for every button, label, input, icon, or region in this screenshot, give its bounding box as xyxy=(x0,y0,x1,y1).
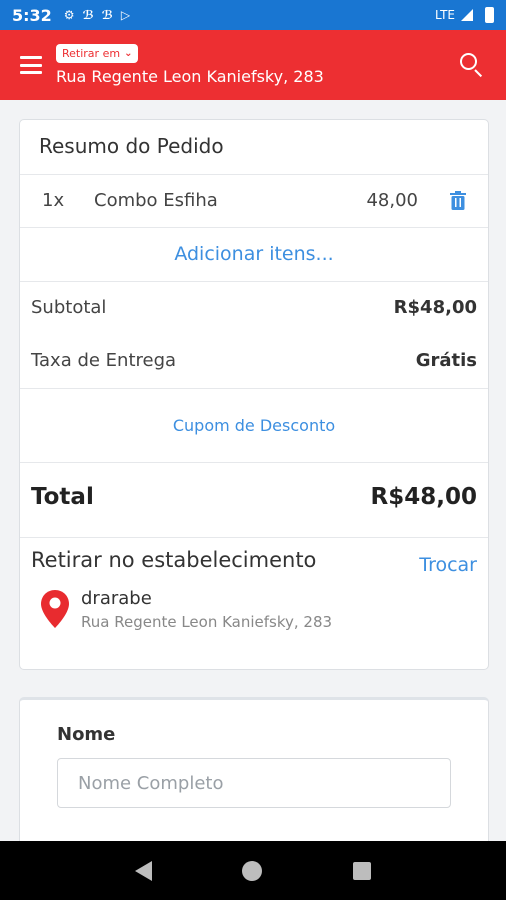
bb-icon: ℬ xyxy=(101,8,113,22)
delivery-fee-row: Taxa de Entrega Grátis xyxy=(31,350,477,371)
status-time: 5:32 xyxy=(12,5,52,25)
name-label: Nome xyxy=(57,724,116,745)
status-right: LTE xyxy=(435,7,494,23)
order-item-row: 1x Combo Esfiha 48,00 xyxy=(20,174,488,227)
coupon-link[interactable]: Cupom de Desconto xyxy=(20,388,488,462)
add-items-link[interactable]: Adicionar itens... xyxy=(20,227,488,281)
search-icon[interactable] xyxy=(458,51,486,79)
bb-icon: ℬ xyxy=(82,8,94,22)
name-input[interactable] xyxy=(57,758,451,808)
item-quantity: 1x xyxy=(42,190,65,211)
pickup-section-title: Retirar no estabelecimento xyxy=(31,548,317,572)
map-pin-icon xyxy=(41,590,69,628)
recent-apps-icon[interactable] xyxy=(352,861,371,880)
subtotal-label: Subtotal xyxy=(31,297,107,318)
system-nav-bar xyxy=(0,841,506,900)
store-name: drarabe xyxy=(81,588,152,609)
customer-info-card: Nome xyxy=(19,697,489,857)
item-name: Combo Esfiha xyxy=(94,190,218,211)
order-summary-title: Resumo do Pedido xyxy=(39,134,224,158)
play-icon: ▷ xyxy=(120,8,131,22)
status-bar: 5:32 ⚙ ℬ ℬ ▷ LTE xyxy=(0,0,506,30)
total-label: Total xyxy=(31,484,94,510)
subtotal-row: Subtotal R$48,00 xyxy=(31,297,477,318)
battery-icon xyxy=(485,7,494,23)
location-selector[interactable]: Retirar em ⌄ Rua Regente Leon Kaniefsky,… xyxy=(56,44,324,86)
home-icon[interactable] xyxy=(242,860,263,881)
delivery-fee-value: Grátis xyxy=(415,350,477,371)
trash-icon[interactable] xyxy=(450,191,466,210)
divider xyxy=(20,281,488,282)
delivery-fee-label: Taxa de Entrega xyxy=(31,350,177,371)
header-address: Rua Regente Leon Kaniefsky, 283 xyxy=(56,67,324,86)
swap-pickup-link[interactable]: Trocar xyxy=(419,554,477,576)
order-summary-card: Resumo do Pedido 1x Combo Esfiha 48,00 A… xyxy=(19,119,489,670)
gear-icon: ⚙ xyxy=(63,8,75,22)
network-label: LTE xyxy=(435,8,455,22)
chevron-down-icon: ⌄ xyxy=(124,48,133,59)
total-value: R$48,00 xyxy=(370,484,477,510)
store-address: Rua Regente Leon Kaniefsky, 283 xyxy=(81,613,333,631)
subtotal-value: R$48,00 xyxy=(393,297,477,318)
total-row: Total R$48,00 xyxy=(31,484,477,510)
back-icon[interactable] xyxy=(135,860,153,881)
divider xyxy=(20,462,488,463)
pickup-chip-label: Retirar em xyxy=(62,47,121,60)
item-price: 48,00 xyxy=(366,190,418,211)
pickup-mode-chip[interactable]: Retirar em ⌄ xyxy=(56,44,139,63)
signal-icon xyxy=(461,9,473,21)
divider xyxy=(20,537,488,538)
menu-icon[interactable] xyxy=(20,56,42,74)
app-bar: Retirar em ⌄ Rua Regente Leon Kaniefsky,… xyxy=(0,30,506,100)
